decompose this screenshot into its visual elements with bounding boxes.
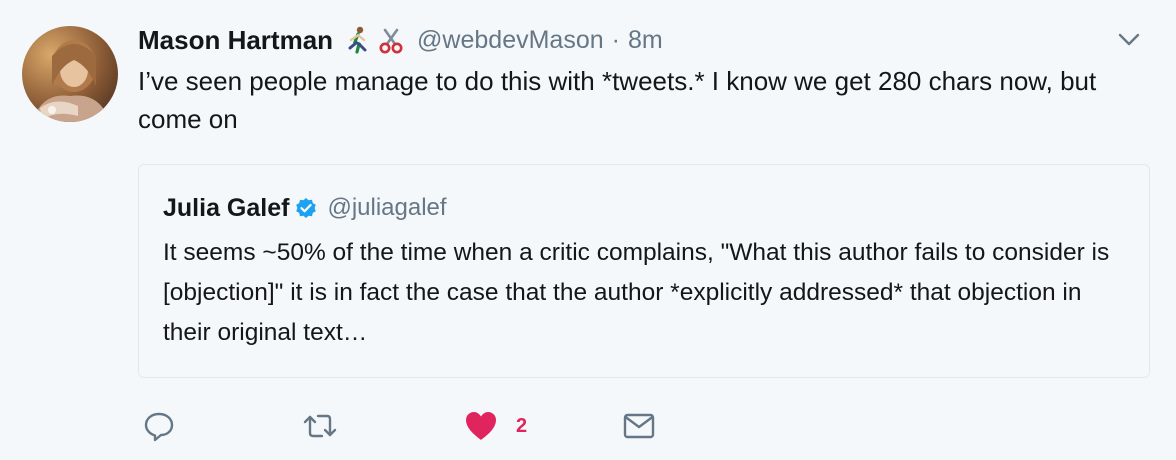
like-button[interactable]: 2 [464, 408, 527, 444]
handle[interactable]: @webdevMason [417, 26, 604, 55]
reply-icon [142, 409, 176, 443]
chevron-down-icon[interactable] [1118, 32, 1140, 48]
retweet-button[interactable] [302, 408, 338, 444]
timestamp[interactable]: 8m [628, 26, 663, 55]
quoted-tweet-header: Julia Galef @juliagalef [163, 191, 1125, 225]
quoted-tweet-text: It seems ~50% of the time when a critic … [163, 239, 1110, 346]
avatar-image [22, 26, 118, 122]
reply-button[interactable] [142, 408, 176, 444]
tweet-header: Mason Hartman @webdevMason · 8m [138, 18, 1148, 62]
quoted-display-name: Julia Galef [163, 193, 290, 222]
display-name[interactable]: Mason Hartman [138, 25, 333, 56]
envelope-icon [622, 411, 656, 441]
tweet-content: Mason Hartman @webdevMason · 8m I’ve see… [138, 18, 1150, 442]
tweet-actions: 2 [138, 408, 738, 444]
tweet[interactable]: Mason Hartman @webdevMason · 8m I’ve see… [0, 0, 1176, 460]
scissors-emoji-icon [377, 26, 403, 54]
quoted-tweet[interactable]: Julia Galef @juliagalef It seems ~50% of… [138, 164, 1150, 378]
runner-emoji-icon [345, 26, 371, 54]
separator-dot: · [611, 25, 620, 54]
tweet-text: I’ve seen people manage to do this with … [138, 66, 1097, 134]
direct-message-button[interactable] [622, 408, 656, 444]
retweet-icon [302, 409, 338, 443]
avatar[interactable] [22, 26, 118, 122]
heart-icon [464, 410, 498, 442]
verified-badge-icon [295, 197, 317, 219]
quoted-handle: @juliagalef [327, 194, 447, 221]
like-count: 2 [516, 414, 528, 437]
